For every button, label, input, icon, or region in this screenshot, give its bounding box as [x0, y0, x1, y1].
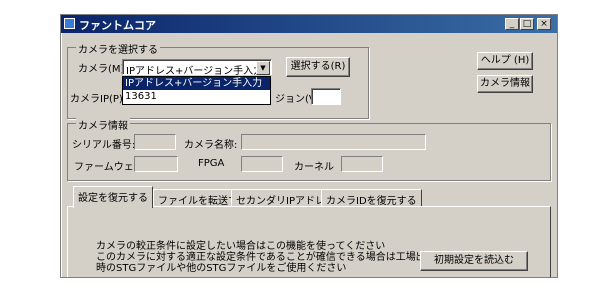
camera-ip-label: カメラIP(P):	[70, 94, 127, 105]
kernel-label: カーネル	[294, 162, 334, 173]
help-button[interactable]: ヘルプ (H)	[477, 52, 533, 70]
camera-combobox[interactable]: IPアドレス+バージョン手入力 ▼	[122, 59, 272, 77]
dropdown-option-manual[interactable]: IPアドレス+バージョン手入力	[123, 77, 270, 90]
fpga-value	[241, 156, 283, 172]
fpga-label: FPGA	[198, 158, 225, 169]
camera-info-group: カメラ情報 シリアル番号: カメラ名称: ファームウェア FPGA カーネル	[67, 117, 551, 181]
tab-panel: カメラの較正条件に設定したい場合はこの機能を使ってください このカメラに対する適…	[67, 206, 551, 277]
app-window: ファントムコア _ □ × カメラを選択する カメラ(M): IPアドレス+バー…	[60, 14, 558, 278]
tab-restore-camera-id[interactable]: カメラIDを復元する	[321, 189, 422, 207]
load-defaults-button[interactable]: 初期設定を読込む	[420, 251, 528, 271]
camera-combobox-value: IPアドレス+バージョン手入力	[126, 66, 264, 77]
camera-info-button[interactable]: カメラ情報	[477, 75, 533, 93]
camera-select-legend: カメラを選択する	[76, 41, 160, 56]
description-line: カメラの較正条件に設定したい場合はこの機能を使ってください	[96, 241, 386, 252]
dropdown-option-13631[interactable]: 13631	[123, 90, 270, 103]
chevron-down-icon[interactable]: ▼	[256, 61, 270, 75]
minimize-button[interactable]: _	[505, 18, 519, 30]
description-line: 時のSTGファイルや他のSTGファイルをご使用ください	[96, 263, 347, 274]
title-bar[interactable]: ファントムコア _ □ ×	[61, 15, 557, 33]
camera-name-value	[241, 134, 426, 150]
description-line: このカメラに対する適正な設定条件であることが確信できる場合は工場出荷	[96, 252, 436, 263]
select-button[interactable]: 選択する(R)	[286, 57, 350, 77]
serial-label: シリアル番号:	[72, 140, 136, 151]
kernel-value	[341, 156, 383, 172]
firmware-value	[134, 156, 178, 172]
panel-description: カメラの較正条件に設定したい場合はこの機能を使ってください このカメラに対する適…	[96, 241, 436, 274]
app-icon	[64, 18, 75, 29]
camera-info-legend: カメラ情報	[76, 117, 130, 132]
window-title: ファントムコア	[79, 19, 156, 32]
camera-name-label: カメラ名称:	[184, 140, 238, 151]
version-field[interactable]	[311, 88, 341, 105]
tab-restore-settings[interactable]: 設定を復元する	[73, 186, 153, 208]
camera-label: カメラ(M):	[78, 64, 128, 75]
serial-value	[134, 134, 176, 150]
camera-dropdown-list: IPアドレス+バージョン手入力 13631	[122, 76, 271, 105]
close-button[interactable]: ×	[537, 18, 551, 30]
maximize-button[interactable]: □	[520, 18, 534, 30]
